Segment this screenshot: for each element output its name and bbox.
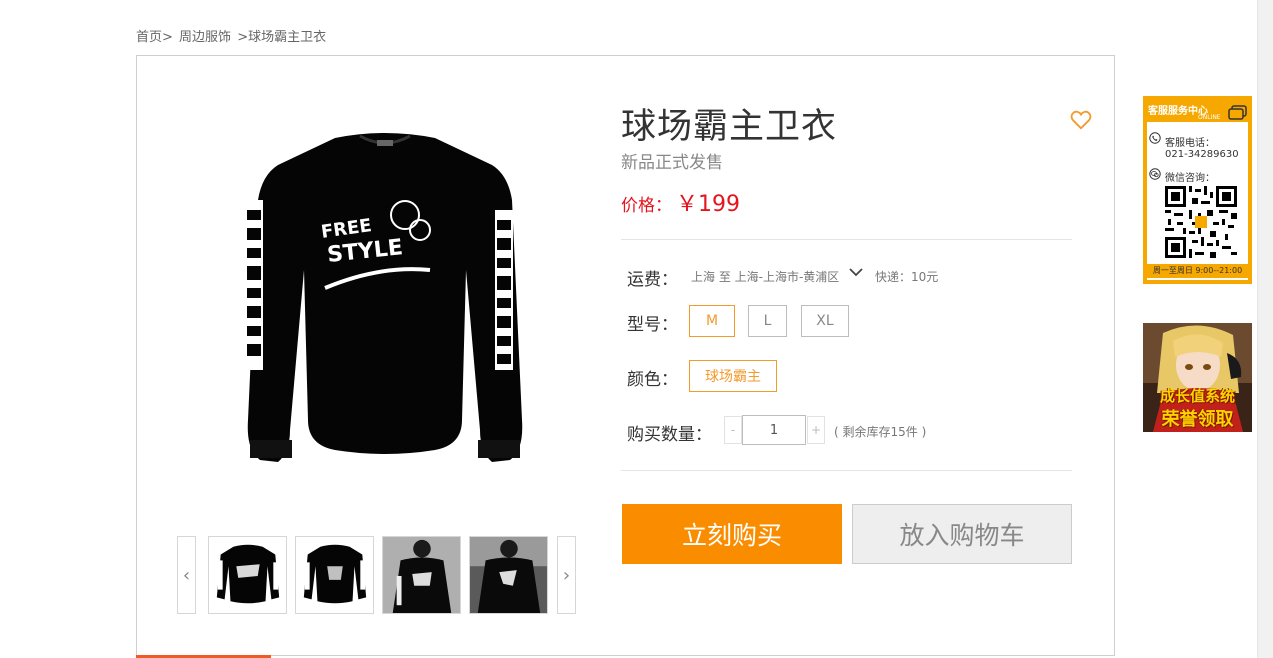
breadcrumb: 首页> 周边服饰 >球场霸主卫衣 <box>136 26 328 45</box>
promo-line-2: 荣誉领取 <box>1161 409 1234 430</box>
divider-top <box>621 239 1072 240</box>
color-label: 颜色： <box>627 370 678 390</box>
promo-line-1: 成长值系统 <box>1159 387 1235 405</box>
wechat-icon <box>1149 168 1161 180</box>
product-main-image: FREE STYLE <box>245 133 523 462</box>
quantity-label: 购买数量： <box>627 425 712 445</box>
price-value: ￥199 <box>676 192 740 217</box>
service-wechat-label: 微信咨询： <box>1165 173 1215 184</box>
chevron-right-icon: › <box>562 564 571 586</box>
product-subtitle: 新品正式发售 <box>621 153 723 173</box>
buy-now-button[interactable]: 立刻购买 <box>622 504 842 564</box>
page-scrollbar[interactable] <box>1257 0 1273 658</box>
service-phone-number: 021-34289630 <box>1165 149 1239 160</box>
model-option-m[interactable]: M <box>689 305 735 337</box>
shipping-express-fee: 快递：10元 <box>875 270 939 284</box>
quantity-minus-button[interactable]: - <box>724 416 742 444</box>
stock-note: ( 剩余库存15件 ) <box>834 425 927 439</box>
thumbnail-prev-button[interactable]: ‹ <box>177 536 196 614</box>
service-phone-label: 客服电话： <box>1165 138 1215 149</box>
product-title: 球场霸主卫衣 <box>621 107 838 147</box>
model-option-xl[interactable]: XL <box>801 305 849 337</box>
shipping-label: 运费： <box>627 270 678 290</box>
model-label: 型号： <box>627 315 678 335</box>
model-option-l[interactable]: L <box>748 305 787 337</box>
divider-bottom <box>621 470 1072 471</box>
service-hours: 周一至周日 9:00--21:00 <box>1147 264 1248 278</box>
quantity-plus-button[interactable]: + <box>807 416 825 444</box>
product-price: 价格： ￥199 <box>621 186 740 218</box>
color-option[interactable]: 球场霸主 <box>689 360 777 392</box>
thumbnail-next-button[interactable]: › <box>557 536 576 614</box>
breadcrumb-current: >球场霸主卫衣 <box>237 30 327 45</box>
thumbnail-image <box>209 537 286 613</box>
thumbnail-image <box>296 537 373 613</box>
thumbnail-3[interactable] <box>382 536 461 614</box>
qr-code-icon <box>1165 186 1237 258</box>
quantity-input[interactable] <box>742 415 806 445</box>
customer-service-widget: 客服服务中心 ONLINE 客服电话： 021-34289630 微信咨询： 周… <box>1143 96 1252 284</box>
chat-icon <box>1228 105 1247 120</box>
breadcrumb-home[interactable]: 首页> <box>136 30 173 45</box>
chevron-down-icon[interactable] <box>848 264 864 280</box>
thumbnail-image <box>470 537 547 613</box>
service-panel: 客服电话： 021-34289630 微信咨询： 周一至周日 9:00--21:… <box>1147 122 1248 280</box>
breadcrumb-category[interactable]: 周边服饰 <box>179 30 231 45</box>
heart-icon[interactable] <box>1070 109 1092 131</box>
service-online-label: ONLINE <box>1198 114 1221 121</box>
thumbnail-1[interactable] <box>208 536 287 614</box>
thumbnail-image <box>383 537 460 613</box>
thumbnail-2[interactable] <box>295 536 374 614</box>
growth-promo-banner[interactable]: 成长值系统 荣誉领取 <box>1143 323 1252 432</box>
thumbnail-4[interactable] <box>469 536 548 614</box>
chevron-left-icon: ‹ <box>182 564 191 586</box>
price-label: 价格： <box>621 196 672 216</box>
add-to-cart-button[interactable]: 放入购物车 <box>852 504 1072 564</box>
shipping-route[interactable]: 上海 至 上海-上海市-黄浦区 <box>691 268 839 285</box>
phone-icon <box>1149 132 1161 144</box>
